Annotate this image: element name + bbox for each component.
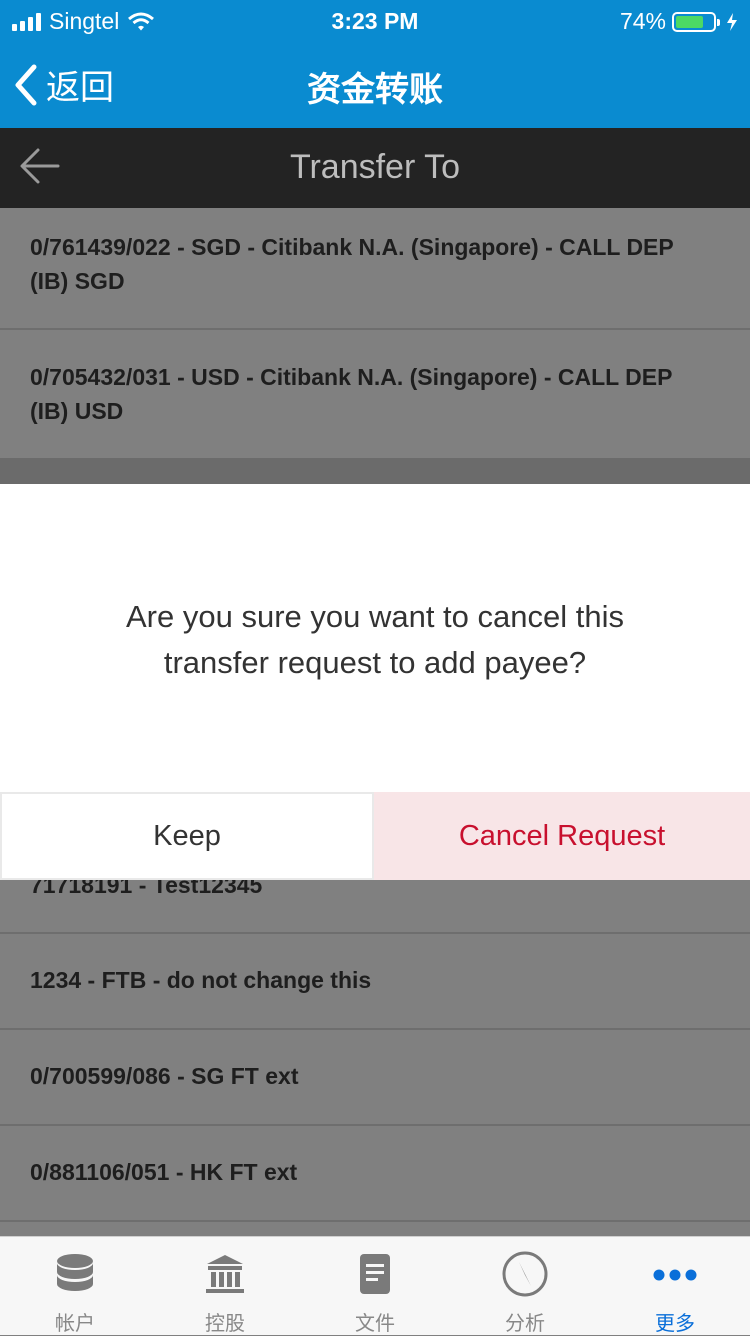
transfer-to-header: Transfer To — [0, 128, 750, 208]
dialog-message-line: transfer request to add payee? — [163, 645, 587, 680]
more-dots-icon — [653, 1269, 697, 1281]
tab-label: 更多 — [655, 1313, 695, 1335]
battery-fill — [676, 15, 703, 28]
page-title: 资金转账 — [307, 71, 443, 109]
divider — [0, 458, 750, 484]
list-item[interactable]: 0/700599/086 - SG FT ext — [0, 1030, 750, 1126]
account-line: 0/881106/051 - HK FT ext — [30, 1159, 298, 1185]
database-icon — [57, 1254, 93, 1291]
compass-icon — [502, 1251, 548, 1297]
tab-more[interactable]: 更多 — [600, 1237, 750, 1335]
keep-button[interactable]: Keep — [0, 792, 374, 880]
tab-documents[interactable]: 文件 — [300, 1237, 450, 1335]
list-item[interactable]: 1234 - FTB - do not change this — [0, 934, 750, 1030]
status-bar: Singtel 3:23 PM 74% — [0, 0, 750, 40]
cancel-request-button[interactable]: Cancel Request — [374, 792, 750, 880]
account-line: 0/761439/022 - SGD - Citibank N.A. (Sing… — [30, 234, 674, 260]
tab-holdings[interactable]: 控股 — [150, 1237, 300, 1335]
tab-label: 文件 — [355, 1313, 395, 1335]
tab-label: 帐户 — [55, 1313, 95, 1335]
account-line: 0/700599/086 - SG FT ext — [30, 1063, 299, 1089]
dialog-message-line: Are you sure you want to cancel this — [126, 599, 624, 634]
list-item[interactable]: 0/881106/051 - HK FT ext — [0, 1126, 750, 1222]
battery-percent: 74% — [619, 8, 666, 34]
dialog-message: Are you sure you want to cancel this tra… — [60, 594, 690, 686]
tab-analysis[interactable]: 分析 — [450, 1237, 600, 1335]
tab-bar: 帐户 控股 文件 分析 更多 — [0, 1236, 750, 1335]
section-title: Transfer To — [289, 148, 461, 186]
bank-icon — [206, 1255, 244, 1293]
battery-icon — [672, 11, 720, 32]
account-line: (IB) SGD — [30, 268, 125, 294]
nav-bar: 返回 资金转账 — [0, 40, 750, 128]
account-line: 0/705432/031 - USD - Citibank N.A. (Sing… — [30, 364, 673, 390]
list-item[interactable]: 0/705432/031 - USD - Citibank N.A. (Sing… — [0, 330, 750, 460]
confirm-dialog: Are you sure you want to cancel this tra… — [0, 484, 750, 880]
tab-label: 分析 — [505, 1313, 545, 1335]
account-line: (IB) USD — [30, 398, 124, 424]
list-item[interactable]: 0/761439/022 - SGD - Citibank N.A. (Sing… — [0, 208, 750, 330]
tab-label: 控股 — [205, 1313, 245, 1335]
account-line: 1234 - FTB - do not change this — [30, 967, 372, 993]
charging-icon — [727, 12, 737, 31]
account-line: 71718191 - Test12345 — [30, 880, 263, 898]
document-icon — [360, 1254, 390, 1294]
tab-accounts[interactable]: 帐户 — [0, 1237, 150, 1335]
list-item[interactable]: 71718191 - Test12345 — [0, 880, 750, 934]
